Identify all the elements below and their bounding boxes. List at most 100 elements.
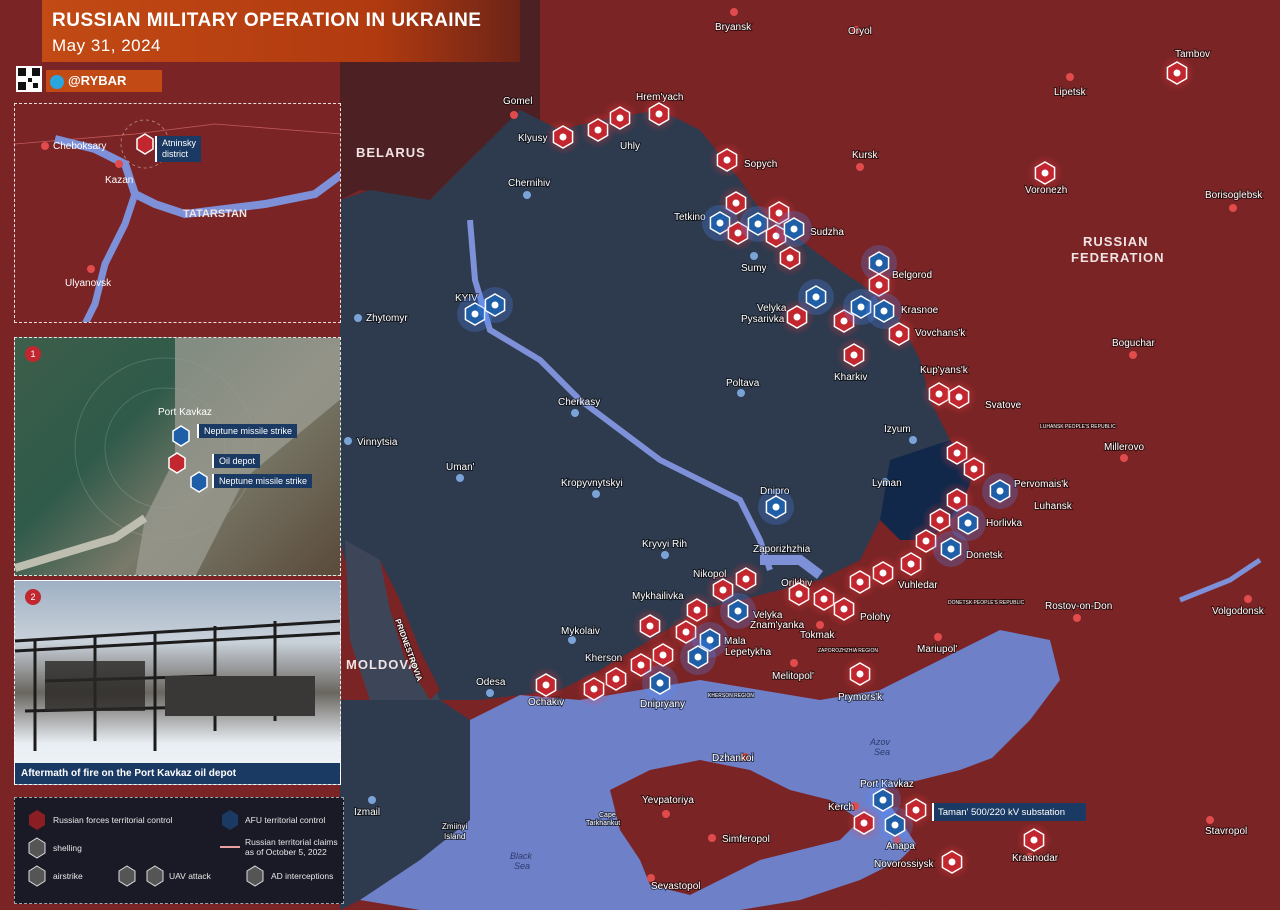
- event-marker-red: [528, 667, 564, 703]
- event-marker-red: [772, 240, 808, 276]
- city-horlivka: Horlivka: [986, 518, 1023, 529]
- lpr-label: LUHANSK PEOPLE'S REPUBLIC: [1040, 424, 1116, 430]
- city-uhly: Uhly: [620, 141, 640, 152]
- inset-port-label: Port Kavkaz: [158, 407, 212, 418]
- city-sudzha: Sudzha: [810, 227, 844, 238]
- city-vinnytsia: Vinnytsia: [357, 437, 398, 448]
- taman-callout: Taman' 500/220 kV substation: [932, 803, 1086, 821]
- atninsky-tag-line2: district: [162, 149, 189, 159]
- page-title: RUSSIAN MILITARY OPERATION IN UKRAINE: [52, 10, 482, 31]
- city-volgodonsk: Volgodonsk: [1212, 606, 1265, 617]
- inset-port-satellite: [15, 338, 340, 575]
- city-sumy: Sumy: [741, 263, 767, 274]
- city-sopych: Sopych: [744, 159, 777, 170]
- page-date: May 31, 2024: [52, 36, 162, 55]
- city-borisoglebsk: Borisoglebsk: [1205, 190, 1263, 201]
- atninsky-tag-line1: Atninsky: [162, 138, 197, 148]
- region-russia-2: FEDERATION: [1071, 250, 1165, 265]
- taman-callout-text: Taman' 500/220 kV substation: [938, 807, 1065, 818]
- city-vovchansk: Vovchans'k: [915, 328, 966, 339]
- city-anapa: Anapa: [886, 841, 915, 852]
- city-donetsk: Donetsk: [966, 550, 1004, 561]
- sea-azov-2: Sea: [874, 747, 890, 757]
- city-boguchar: Boguchar: [1112, 338, 1155, 349]
- city-prymorsk: Prymors'k: [838, 692, 883, 703]
- event-marker-red: [545, 119, 581, 155]
- legend-claims-1: Russian territorial claims: [245, 837, 338, 847]
- region-belarus: BELARUS: [356, 145, 426, 160]
- city-sevastopol: Sevastopol: [651, 881, 700, 892]
- event-marker-red: [934, 844, 970, 880]
- brand-label[interactable]: @RYBAR: [46, 70, 162, 92]
- city-znamyanka: Znam'yanka: [750, 620, 805, 631]
- cape-label-1: Cape: [599, 812, 616, 819]
- telegram-icon: [50, 74, 64, 89]
- zaporozhzhia-region-label: ZAPOROZHZHIA REGION: [818, 648, 878, 654]
- inset-city-kazan: Kazan: [105, 175, 134, 186]
- event-marker-red: [709, 142, 745, 178]
- inset-tatarstan: Cheboksary Kazan Ulyanovsk TATARSTAN Atn…: [14, 103, 341, 323]
- legend-russian: Russian forces territorial control: [53, 815, 173, 825]
- city-simferopol: Simferopol: [722, 834, 770, 845]
- city-kerch: Kerch: [828, 802, 854, 813]
- city-belgorod: Belgorod: [892, 270, 932, 281]
- inset-port-kavkaz: 1 Port Kavkaz Neptune missile strike Oil…: [14, 337, 341, 576]
- city-pysarivka: Pysarivka: [741, 314, 785, 325]
- event-marker-blue: [477, 287, 513, 323]
- city-kupyansk: Kup'yans'k: [920, 365, 969, 376]
- dpr-label: DONETSK PEOPLE'S REPUBLIC: [948, 600, 1025, 606]
- city-kursk: Kursk: [852, 150, 879, 161]
- brand-text: @RYBAR: [68, 73, 127, 88]
- city-millerovo: Millerovo: [1104, 442, 1144, 453]
- event-marker-red: [846, 805, 882, 841]
- city-kropyvnytskyi: Kropyvnytskyi: [561, 478, 623, 489]
- qr-code[interactable]: [16, 66, 42, 92]
- legend-airstrike: airstrike: [53, 871, 83, 881]
- city-novorossiysk: Novorossiysk: [874, 859, 934, 870]
- legend-claims-2: as of October 5, 2022: [245, 847, 327, 857]
- city-mykolaiv: Mykolaiv: [561, 626, 600, 637]
- event-marker-red: [842, 656, 878, 692]
- sea-black-1: Black: [510, 851, 533, 861]
- inset-region-tatarstan: TATARSTAN: [183, 208, 247, 220]
- legend-ad: AD interceptions: [271, 871, 334, 881]
- city-lipetsk: Lipetsk: [1054, 87, 1087, 98]
- event-marker-blue: [982, 473, 1018, 509]
- city-polohy: Polohy: [860, 612, 891, 623]
- neptune-tag-2: Neptune missile strike: [212, 474, 313, 488]
- zmiiny-label-1: Zmiinyi: [442, 822, 468, 831]
- city-izyum: Izyum: [884, 424, 911, 435]
- event-marker-red: [836, 337, 872, 373]
- inset-number-1: 1: [25, 346, 41, 362]
- inset-city-cheboksary: Cheboksary: [53, 141, 107, 152]
- event-marker-red: [602, 100, 638, 136]
- city-luhansk: Luhansk: [1034, 501, 1073, 512]
- legend-panel: Russian forces territorial control AFU t…: [14, 797, 344, 904]
- city-poltava: Poltava: [726, 378, 760, 389]
- city-klyusy: Klyusy: [518, 133, 547, 144]
- event-marker-red: [941, 379, 977, 415]
- event-marker-red: [576, 671, 612, 707]
- city-zaporizhzhia: Zaporizhzhia: [753, 544, 811, 555]
- city-oryol: Oryol: [848, 26, 872, 37]
- sea-black-2: Sea: [514, 861, 530, 871]
- city-tetkino: Tetkino: [674, 212, 706, 223]
- city-bryansk: Bryansk: [715, 22, 752, 33]
- city-melitopol: Melitopol': [772, 671, 814, 682]
- event-marker-red: [1027, 155, 1063, 191]
- city-chernihiv: Chernihiv: [508, 178, 550, 189]
- oil-depot-tag: Oil depot: [212, 454, 261, 468]
- event-marker-red: [898, 792, 934, 828]
- event-marker-blue: [642, 665, 678, 701]
- city-mykhailivka: Mykhailivka: [632, 591, 684, 602]
- event-marker-blue: [758, 489, 794, 525]
- kherson-region-label: KHERSON REGION: [708, 693, 754, 699]
- photo-caption: Aftermath of fire on the Port Kavkaz oil…: [15, 763, 340, 784]
- cape-label-2: Tarkhankut: [586, 820, 620, 827]
- event-marker-red: [826, 591, 862, 627]
- city-dzhankoi: Dzhankoi: [712, 753, 754, 764]
- legend-shelling: shelling: [53, 843, 82, 853]
- neptune-tag-1: Neptune missile strike: [197, 424, 298, 438]
- legend-afu: AFU territorial control: [245, 815, 326, 825]
- event-marker-blue: [720, 593, 756, 629]
